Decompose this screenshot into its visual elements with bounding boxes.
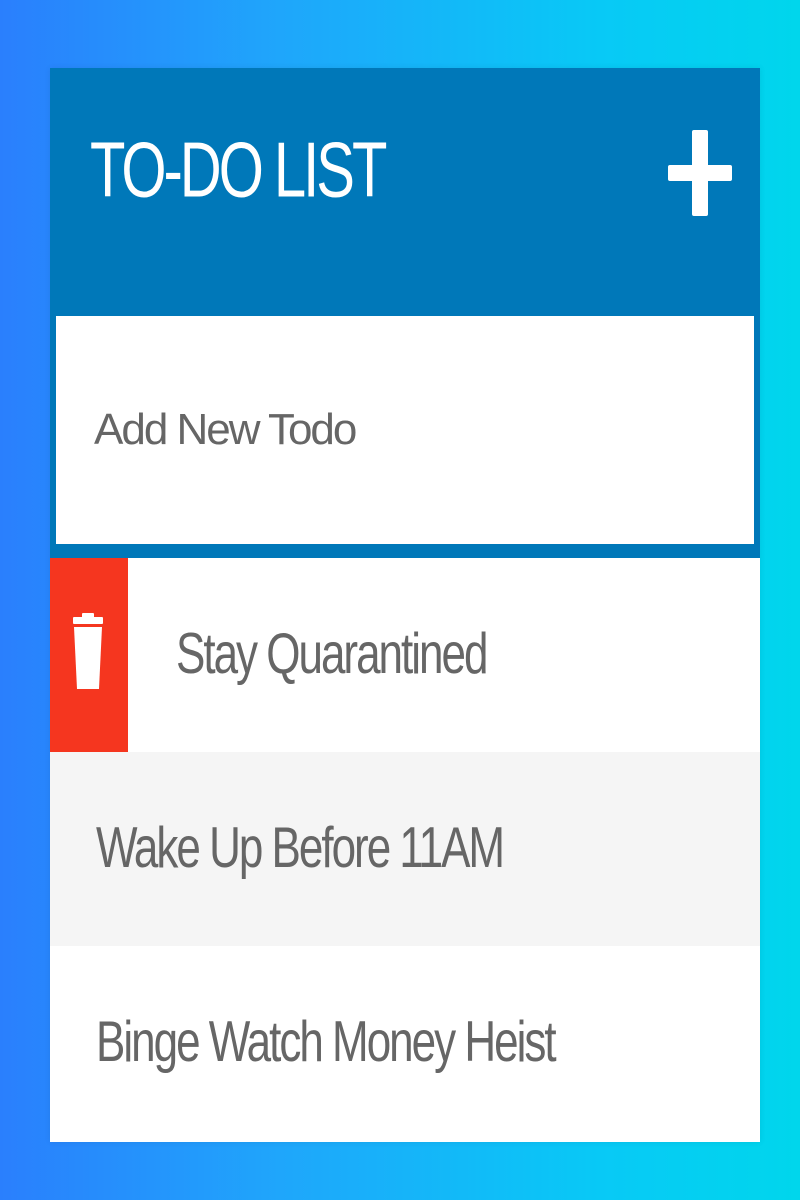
todo-card: TO-DO LIST Stay Quarantined Wake Up Befo… bbox=[50, 68, 760, 1142]
todo-item[interactable]: Stay Quarantined bbox=[50, 558, 760, 752]
plus-icon bbox=[668, 130, 732, 216]
todo-list: Stay Quarantined Wake Up Before 11AM Bin… bbox=[50, 558, 760, 1142]
new-todo-input[interactable] bbox=[56, 316, 754, 544]
todo-header: TO-DO LIST bbox=[50, 68, 760, 312]
new-todo-input-container bbox=[50, 312, 760, 558]
todo-item[interactable]: Wake Up Before 11AM bbox=[50, 752, 760, 946]
trash-icon bbox=[73, 613, 103, 689]
delete-todo-button[interactable] bbox=[50, 558, 128, 752]
app-title: TO-DO LIST bbox=[90, 126, 387, 215]
todo-item[interactable]: Binge Watch Money Heist bbox=[50, 946, 760, 1140]
todo-text: Wake Up Before 11AM bbox=[96, 816, 505, 881]
todo-text: Stay Quarantined bbox=[176, 622, 488, 687]
todo-text: Binge Watch Money Heist bbox=[96, 1010, 557, 1075]
add-todo-button[interactable] bbox=[660, 118, 740, 228]
